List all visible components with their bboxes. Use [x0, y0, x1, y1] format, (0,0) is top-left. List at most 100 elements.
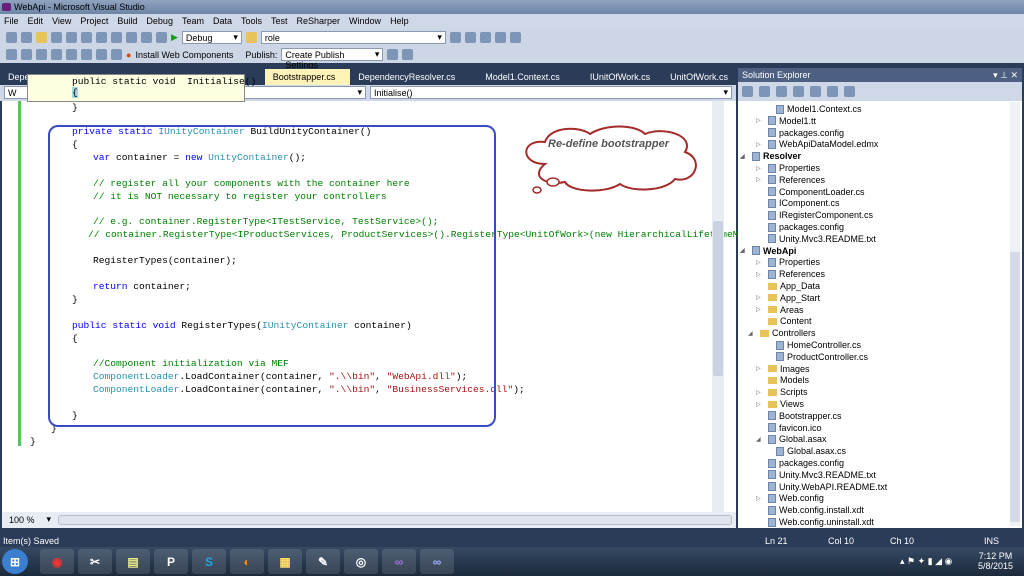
expander-icon[interactable]: ▷ [756, 117, 761, 124]
menu-view[interactable]: View [52, 16, 71, 27]
snipping-tool-icon[interactable]: ✂ [78, 549, 112, 574]
tree-item[interactable]: ▷ Scripts [756, 387, 808, 397]
menu-debug[interactable]: Debug [146, 16, 173, 27]
find-combo[interactable]: role [260, 31, 446, 44]
indent-icon[interactable] [36, 49, 47, 60]
menu-project[interactable]: Project [80, 16, 108, 27]
tree-item[interactable]: ▷ Images [756, 364, 810, 374]
properties-icon[interactable] [464, 32, 476, 43]
configuration-dropdown[interactable]: Debug [181, 31, 242, 44]
undo-icon[interactable] [126, 32, 137, 43]
comment-icon[interactable] [66, 49, 77, 60]
expander-icon[interactable]: ◢ [740, 153, 745, 160]
menu-team[interactable]: Team [182, 16, 204, 27]
bookmark-next-icon[interactable] [111, 49, 122, 60]
tree-item[interactable]: Unity.Mvc3.README.txt [768, 470, 876, 480]
tree-item[interactable]: ComponentLoader.cs [768, 187, 865, 197]
object-browser-icon[interactable] [479, 32, 491, 43]
menu-build[interactable]: Build [117, 16, 137, 27]
tree-item[interactable]: favicon.ico [768, 423, 822, 433]
expander-icon[interactable]: ◢ [748, 330, 753, 337]
paint-icon[interactable]: ✎ [306, 549, 340, 574]
format-icon[interactable] [6, 49, 17, 60]
expander-icon[interactable]: ▷ [756, 294, 761, 301]
publish-settings-icon[interactable] [402, 49, 414, 60]
tree-item[interactable]: ▷ Areas [756, 305, 804, 315]
start-button[interactable]: ⊞ [2, 549, 28, 574]
new-project-icon[interactable] [6, 32, 17, 43]
tree-item[interactable]: ◢ Global.asax [756, 434, 827, 444]
tree-item[interactable]: packages.config [768, 222, 844, 232]
open-icon[interactable] [36, 32, 47, 43]
extensions-icon[interactable] [509, 32, 521, 43]
tree-item[interactable]: Content [768, 316, 812, 326]
redo-icon[interactable] [141, 32, 152, 43]
se-refresh-icon[interactable] [776, 86, 787, 97]
menu-resharper[interactable]: ReSharper [297, 16, 341, 27]
tree-item[interactable]: ◢ Resolver [740, 151, 801, 161]
paste-icon[interactable] [111, 32, 122, 43]
se-showall-icon[interactable] [759, 86, 770, 97]
tree-item[interactable]: ▷ App_Start [756, 293, 820, 303]
menu-file[interactable]: File [4, 16, 19, 27]
tree-item[interactable]: ▷ WebApiDataModel.edmx [756, 139, 878, 149]
tree-item[interactable]: ◢ Controllers [748, 328, 816, 338]
menu-test[interactable]: Test [271, 16, 288, 27]
menu-data[interactable]: Data [213, 16, 232, 27]
tree-item[interactable]: ▷ Views [756, 399, 804, 409]
install-web-components-button[interactable]: Install Web Components [135, 50, 233, 60]
tree-item[interactable]: ProductController.cs [776, 352, 868, 362]
tree-item[interactable]: HomeController.cs [776, 340, 861, 350]
uncomment-icon[interactable] [81, 49, 92, 60]
tree-item[interactable]: ▷ Web.config [756, 493, 824, 503]
menu-tools[interactable]: Tools [241, 16, 262, 27]
skype-icon[interactable]: S [192, 549, 226, 574]
network-app-icon[interactable]: ◎ [344, 549, 378, 574]
tree-item[interactable]: IComponent.cs [768, 198, 840, 208]
tree-item[interactable]: Model1.Context.cs [776, 104, 862, 114]
tree-item[interactable]: App_Data [768, 281, 820, 291]
expander-icon[interactable]: ▷ [756, 389, 761, 396]
clock[interactable]: 7:12 PM 5/8/2015 [978, 551, 1013, 571]
se-classdiagram-icon[interactable] [827, 86, 838, 97]
bookmark-icon[interactable] [96, 49, 107, 60]
start-debug-icon[interactable]: ▶ [171, 32, 178, 43]
vs-helper-icon[interactable]: ∞ [420, 549, 454, 574]
tree-item[interactable]: ▷ Properties [756, 257, 820, 267]
se-designer-icon[interactable] [810, 86, 821, 97]
menu-edit[interactable]: Edit [28, 16, 44, 27]
explorer-icon[interactable]: ▦ [268, 549, 302, 574]
se-viewcode-icon[interactable] [793, 86, 804, 97]
expander-icon[interactable]: ◢ [740, 247, 745, 254]
tree-item[interactable]: ◢ WebApi [740, 246, 796, 256]
copy-icon[interactable] [96, 32, 107, 43]
tree-item[interactable]: Web.config.uninstall.xdt [768, 517, 874, 527]
expander-icon[interactable]: ▷ [756, 306, 761, 313]
format2-icon[interactable] [21, 49, 32, 60]
tab-bootstrapper[interactable]: Bootstrapper.cs × [264, 69, 351, 92]
tree-item[interactable]: Unity.WebAPI.README.txt [768, 482, 887, 492]
publish-icon[interactable] [387, 49, 399, 60]
tree-item[interactable]: Unity.Mvc3.README.txt [768, 234, 876, 244]
firefox-icon[interactable]: ◐ [230, 549, 264, 574]
save-all-icon[interactable] [66, 32, 77, 43]
toolbox-icon[interactable] [494, 32, 506, 43]
publish-dropdown[interactable]: Create Publish Settings [281, 48, 384, 70]
tab-unitofwork[interactable]: UnitOfWork.cs [662, 69, 736, 85]
expander-icon[interactable]: ▷ [756, 165, 761, 172]
sticky-notes-icon[interactable]: ▤ [116, 549, 150, 574]
tab-dependencyresolver[interactable]: DependencyResolver.cs [350, 69, 463, 85]
visual-studio-icon[interactable]: ∞ [382, 549, 416, 574]
editor-vertical-scrollbar[interactable] [712, 101, 724, 512]
cut-icon[interactable] [81, 32, 92, 43]
tab-iunitofwork[interactable]: IUnitOfWork.cs [582, 69, 658, 85]
editor-horizontal-scrollbar[interactable] [58, 515, 732, 525]
tab-model1-context[interactable]: Model1.Context.cs [477, 69, 568, 85]
tree-item[interactable]: packages.config [768, 128, 844, 138]
tree-item[interactable]: Web.config.install.xdt [768, 505, 864, 515]
tree-item[interactable]: IRegisterComponent.cs [768, 210, 873, 220]
expander-icon[interactable]: ▷ [756, 401, 761, 408]
tree-item[interactable]: ▷ References [756, 269, 825, 279]
p-app-icon[interactable]: P [154, 549, 188, 574]
chrome-icon[interactable]: ◉ [40, 549, 74, 574]
